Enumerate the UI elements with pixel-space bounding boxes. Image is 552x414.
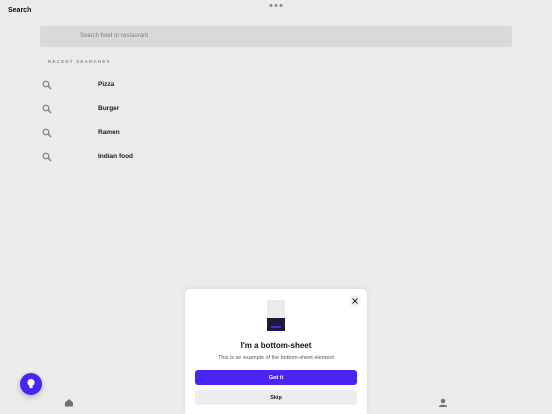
bottom-sheet-title: I'm a bottom-sheet bbox=[240, 341, 312, 350]
help-fab-button[interactable] bbox=[20, 373, 42, 395]
bottom-sheet: I'm a bottom-sheet This is an example of… bbox=[185, 289, 367, 414]
bottom-sheet-description: This is an example of the bottom-sheet e… bbox=[218, 355, 334, 361]
close-button[interactable] bbox=[349, 295, 361, 307]
got-it-button[interactable]: Got it bbox=[195, 370, 357, 385]
lightbulb-icon bbox=[27, 378, 35, 389]
phone-illustration bbox=[267, 300, 285, 331]
close-icon bbox=[352, 298, 358, 304]
skip-button[interactable]: Skip bbox=[195, 390, 357, 405]
